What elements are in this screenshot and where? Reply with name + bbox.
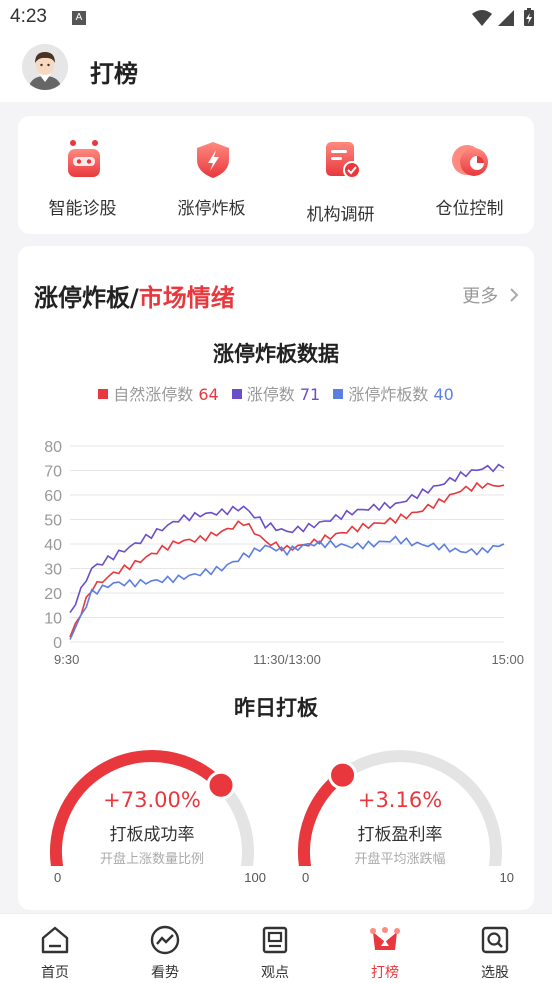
series-line <box>69 481 505 638</box>
status-time: 4:23 <box>10 6 47 27</box>
gauge-profit-rate: +3.16% 打板盈利率 开盘平均涨跌幅 0 10 <box>290 746 514 896</box>
section-title-yesterday: 昨日打板 <box>234 696 318 720</box>
legend-name: 涨停数 <box>246 385 295 404</box>
page-title: 打榜 <box>90 60 138 88</box>
y-tick-label: 30 <box>44 562 62 579</box>
board-icon <box>262 926 288 954</box>
chevron-right-icon <box>510 288 519 302</box>
series-line <box>69 463 505 614</box>
system-status-icons <box>472 8 534 26</box>
user-avatar-icon <box>22 44 68 90</box>
y-tick-label: 60 <box>44 488 62 505</box>
section-heading: 涨停炸板/市场情绪 <box>34 278 235 313</box>
legend-name: 自然涨停数 <box>113 385 194 404</box>
trend-icon <box>150 925 180 955</box>
gauge-value: +73.00% <box>103 788 201 812</box>
gauge-min: 0 <box>54 870 62 885</box>
status-bar: 4:23 A <box>0 0 552 36</box>
gauge-name: 打板成功率 <box>109 825 195 845</box>
limit-up-line-chart: 0 10 20 30 40 50 60 70 80 9:30 11:30/13:00 15:00 <box>44 439 524 667</box>
wifi-icon <box>472 10 492 26</box>
tool-position-control[interactable]: 仓位控制 <box>405 116 534 234</box>
notification-icon: A <box>72 11 86 25</box>
tool-label: 智能诊股 <box>48 199 117 219</box>
pie-clock-icon <box>452 145 488 176</box>
tool-label: 机构调研 <box>306 205 375 225</box>
robot-icon <box>68 140 100 177</box>
search-box-icon <box>481 926 509 954</box>
gauge-max: 100 <box>244 870 266 885</box>
shield-lightning-icon <box>197 142 229 178</box>
tab-opinion[interactable]: 观点 <box>220 914 330 983</box>
series-line <box>69 535 505 640</box>
tab-ranking[interactable]: 打榜 <box>330 914 440 983</box>
gauge-value: +3.16% <box>357 788 443 812</box>
legend-item: 涨停数 71 <box>231 385 321 404</box>
tab-label: 看势 <box>151 965 179 981</box>
legend-name: 涨停炸板数 <box>348 385 429 404</box>
gauge-subtitle: 开盘上涨数量比例 <box>99 852 204 867</box>
tab-label: 观点 <box>261 965 289 981</box>
gauge-max: 10 <box>499 870 514 885</box>
home-icon <box>41 926 69 954</box>
y-tick-label: 0 <box>53 635 62 652</box>
y-tick-label: 80 <box>44 439 62 456</box>
gauge-min: 0 <box>302 870 310 885</box>
tool-institution-research[interactable]: 机构调研 <box>276 116 405 234</box>
gauge-knob <box>328 760 358 790</box>
y-tick-label: 10 <box>44 611 62 628</box>
bottom-tab-bar: 首页 看势 观点 打榜 选股 <box>0 913 552 983</box>
legend-item: 涨停炸板数 40 <box>333 385 454 404</box>
y-tick-label: 70 <box>44 464 62 481</box>
legend-swatch <box>231 389 242 399</box>
quick-tools-card: 智能诊股 涨停炸板 机构调研 仓位控制 <box>18 116 534 234</box>
tool-label: 涨停炸板 <box>177 199 246 219</box>
gauge-subtitle: 开盘平均涨跌幅 <box>354 852 446 867</box>
y-tick-label: 40 <box>44 537 62 554</box>
more-link[interactable]: 更多 <box>462 282 520 308</box>
document-check-icon <box>326 142 361 179</box>
legend-item: 自然涨停数 64 <box>98 385 219 404</box>
chart-title: 涨停炸板数据 <box>213 342 339 366</box>
y-tick-label: 20 <box>44 586 62 603</box>
gauge-name: 打板盈利率 <box>357 825 443 845</box>
signal-icon <box>498 10 514 26</box>
heading-part-1: 涨停炸板/ <box>34 284 139 312</box>
tab-home[interactable]: 首页 <box>0 914 110 983</box>
more-label: 更多 <box>462 286 499 307</box>
x-tick-label: 11:30/13:00 <box>253 652 321 667</box>
gauge-success-rate: +73.00% 打板成功率 开盘上涨数量比例 0 100 <box>42 746 266 896</box>
market-sentiment-card: 涨停炸板/市场情绪 更多 涨停炸板数据 自然涨停数 64 涨停数 71 涨停炸板… <box>18 246 534 910</box>
tool-label: 仓位控制 <box>435 199 504 219</box>
tab-stock-picker[interactable]: 选股 <box>440 914 550 983</box>
tab-label: 打榜 <box>371 965 399 981</box>
tool-limit-up-break[interactable]: 涨停炸板 <box>147 116 276 234</box>
legend-swatch <box>98 389 109 399</box>
chart-legend: 自然涨停数 64 涨停数 71 涨停炸板数 40 <box>18 381 534 405</box>
page-header: 打榜 <box>0 36 552 102</box>
trophy-icon <box>370 927 400 950</box>
tab-label: 选股 <box>481 965 509 981</box>
tab-trend[interactable]: 看势 <box>110 914 220 983</box>
tab-label: 首页 <box>41 965 69 981</box>
avatar[interactable] <box>22 44 68 90</box>
legend-value: 64 <box>198 385 219 404</box>
legend-value: 40 <box>433 385 454 404</box>
legend-swatch <box>333 389 344 399</box>
x-tick-label: 9:30 <box>54 652 79 667</box>
heading-part-2: 市场情绪 <box>138 284 235 312</box>
y-tick-label: 50 <box>44 513 62 530</box>
x-tick-label: 15:00 <box>491 652 524 667</box>
legend-value: 71 <box>299 385 321 404</box>
tool-smart-diagnosis[interactable]: 智能诊股 <box>18 116 147 234</box>
